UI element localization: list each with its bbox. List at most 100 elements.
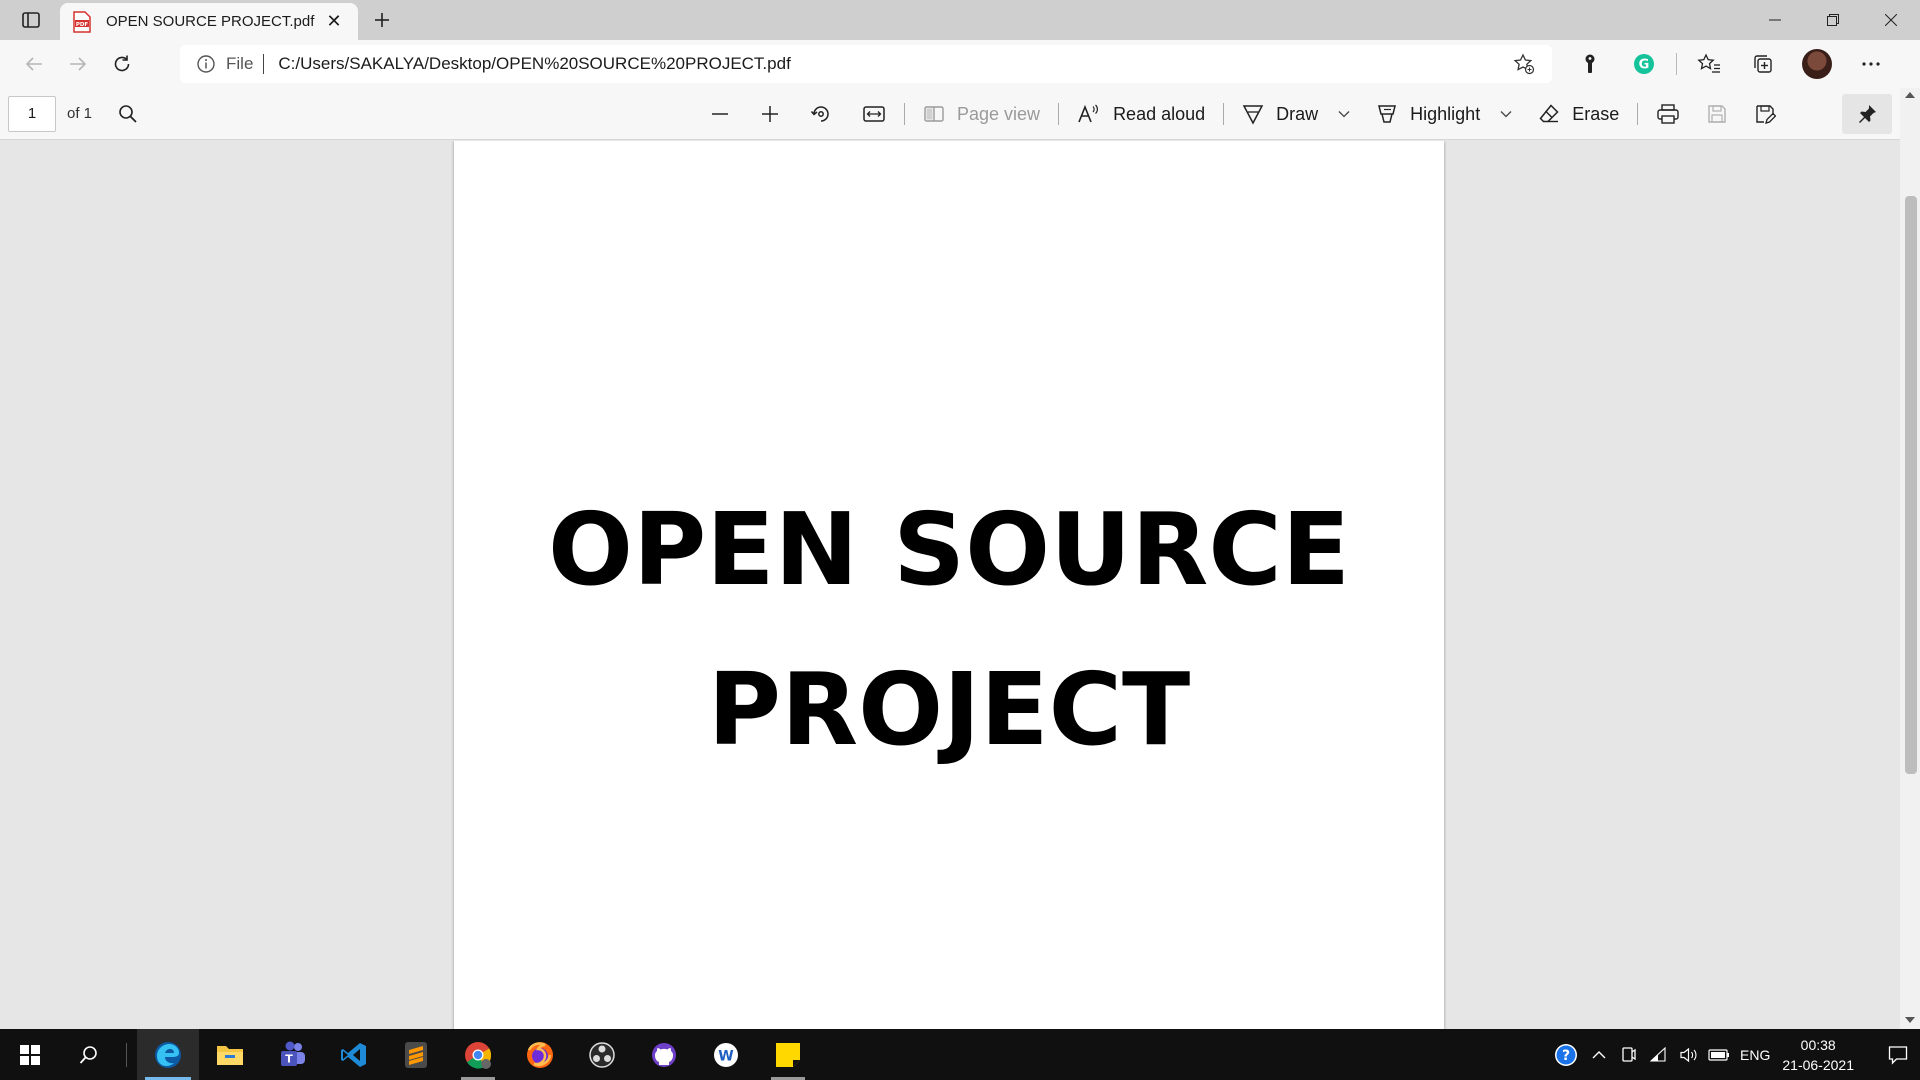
pdf-file-icon: PDF: [73, 10, 91, 33]
rotate-button[interactable]: [800, 94, 842, 134]
taskbar-github-desktop[interactable]: [633, 1029, 695, 1080]
profile-button[interactable]: [1795, 44, 1839, 84]
info-icon[interactable]: [196, 54, 216, 74]
arrow-right-icon: [70, 57, 87, 71]
help-tray-button[interactable]: ?: [1548, 1029, 1584, 1080]
search-icon: [119, 105, 137, 123]
volume-tray-button[interactable]: [1674, 1029, 1704, 1080]
network-tray-button[interactable]: [1644, 1029, 1674, 1080]
url-text[interactable]: C:/Users/SAKALYA/Desktop/OPEN%20SOURCE%2…: [278, 54, 1510, 74]
scroll-down-arrow-icon[interactable]: [1905, 1017, 1915, 1023]
device-icon: [1622, 1046, 1636, 1062]
arrow-left-icon: [25, 57, 42, 71]
read-aloud-button[interactable]: Read aloud: [1067, 94, 1215, 134]
extension-keyhole-button[interactable]: [1568, 44, 1612, 84]
print-button[interactable]: [1646, 94, 1690, 134]
taskbar-edge[interactable]: [137, 1029, 199, 1080]
svg-text:W: W: [718, 1048, 733, 1064]
taskbar-chrome[interactable]: [447, 1029, 509, 1080]
star-add-icon: [1513, 53, 1535, 75]
github-icon: [652, 1042, 676, 1067]
active-tab[interactable]: PDF OPEN SOURCE PROJECT.pdf ✕: [60, 3, 358, 40]
address-bar[interactable]: File C:/Users/SAKALYA/Desktop/OPEN%20SOU…: [180, 45, 1552, 83]
toolbar-divider: [1676, 53, 1677, 75]
draw-pen-icon: [1242, 105, 1264, 125]
window-controls: [1746, 0, 1920, 40]
notifications-button[interactable]: [1876, 1029, 1920, 1080]
taskbar-wordweb[interactable]: W: [695, 1029, 757, 1080]
favorites-button[interactable]: [1687, 44, 1731, 84]
new-tab-button[interactable]: [368, 6, 396, 34]
highlighter-icon: [1378, 105, 1397, 123]
fit-width-icon: [863, 106, 885, 122]
save-button[interactable]: [1696, 94, 1738, 134]
save-as-button[interactable]: [1744, 94, 1786, 134]
document-title-line-1: OPEN SOURCE: [547, 491, 1351, 608]
grammarly-extension-button[interactable]: G: [1622, 44, 1666, 84]
scroll-up-arrow-icon[interactable]: [1905, 92, 1915, 98]
taskbar-sublime-text[interactable]: [385, 1029, 447, 1080]
taskbar-vscode[interactable]: [323, 1029, 385, 1080]
eraser-icon: [1539, 104, 1559, 123]
fit-to-width-button[interactable]: [852, 94, 896, 134]
scrollbar-thumb[interactable]: [1905, 196, 1917, 774]
meet-now-tray-button[interactable]: [1614, 1029, 1644, 1080]
battery-tray-button[interactable]: [1704, 1029, 1734, 1080]
vscode-icon: [341, 1042, 366, 1067]
pdf-toolbar: 1 of 1 Page view Read aloud Draw Highlig…: [0, 88, 1920, 140]
close-window-button[interactable]: [1862, 0, 1920, 40]
page-view-label: Page view: [957, 103, 1041, 124]
back-button[interactable]: [14, 46, 54, 82]
page-view-button[interactable]: Page view: [913, 94, 1050, 134]
forward-button[interactable]: [58, 46, 98, 82]
find-in-document-button[interactable]: [114, 100, 142, 128]
clock-date: 21-06-2021: [1782, 1056, 1854, 1073]
restore-button[interactable]: [1804, 0, 1862, 40]
tab-actions-button[interactable]: [14, 8, 48, 32]
input-language-indicator[interactable]: ENG: [1740, 1047, 1770, 1063]
taskbar-search-button[interactable]: [60, 1029, 118, 1080]
taskbar-clock[interactable]: 00:38 21-06-2021: [1782, 1035, 1854, 1075]
taskbar-obs[interactable]: [571, 1029, 633, 1080]
add-favorite-button[interactable]: [1510, 50, 1538, 78]
taskbar-teams[interactable]: T: [261, 1029, 323, 1080]
toolbar-divider: [904, 103, 905, 125]
start-button[interactable]: [0, 1029, 60, 1080]
highlight-options-dropdown[interactable]: [1490, 94, 1522, 134]
wifi-icon: [1650, 1046, 1666, 1062]
navigation-bar: File C:/Users/SAKALYA/Desktop/OPEN%20SOU…: [0, 40, 1920, 88]
erase-button[interactable]: Erase: [1528, 94, 1629, 134]
settings-more-button[interactable]: [1849, 44, 1893, 84]
pin-toolbar-button[interactable]: [1842, 94, 1892, 134]
vertical-scrollbar[interactable]: [1900, 88, 1920, 1029]
toolbar-divider: [1223, 103, 1225, 125]
page-count-label: of 1: [67, 105, 93, 122]
obs-icon: [589, 1041, 615, 1068]
pdf-viewer[interactable]: OPEN SOURCE PROJECT: [0, 141, 1900, 1029]
zoom-out-button[interactable]: [700, 94, 740, 134]
tab-close-button[interactable]: ✕: [322, 10, 346, 34]
page-number-input[interactable]: 1: [8, 96, 56, 132]
taskbar-firefox[interactable]: [509, 1029, 571, 1080]
read-aloud-icon: [1078, 104, 1099, 123]
show-hidden-icons-button[interactable]: [1584, 1029, 1614, 1080]
zoom-in-button[interactable]: [750, 94, 790, 134]
taskbar-file-explorer[interactable]: [199, 1029, 261, 1080]
more-dots-icon: [1862, 62, 1880, 66]
firefox-icon: [527, 1041, 553, 1068]
sticky-notes-icon: [776, 1042, 800, 1067]
refresh-button[interactable]: [102, 46, 142, 82]
read-aloud-label: Read aloud: [1113, 103, 1206, 124]
avatar: [1802, 49, 1832, 79]
chrome-icon: [465, 1041, 492, 1069]
taskbar-sticky-notes[interactable]: [757, 1029, 819, 1080]
highlight-button[interactable]: Highlight: [1366, 94, 1490, 134]
draw-options-dropdown[interactable]: [1328, 94, 1360, 134]
minus-icon: [712, 113, 728, 115]
address-divider: [263, 54, 265, 74]
minimize-button[interactable]: [1746, 0, 1804, 40]
teams-icon: T: [281, 1041, 305, 1066]
page-view-icon: [924, 106, 944, 122]
draw-button[interactable]: Draw: [1232, 94, 1328, 134]
collections-button[interactable]: [1741, 44, 1785, 84]
